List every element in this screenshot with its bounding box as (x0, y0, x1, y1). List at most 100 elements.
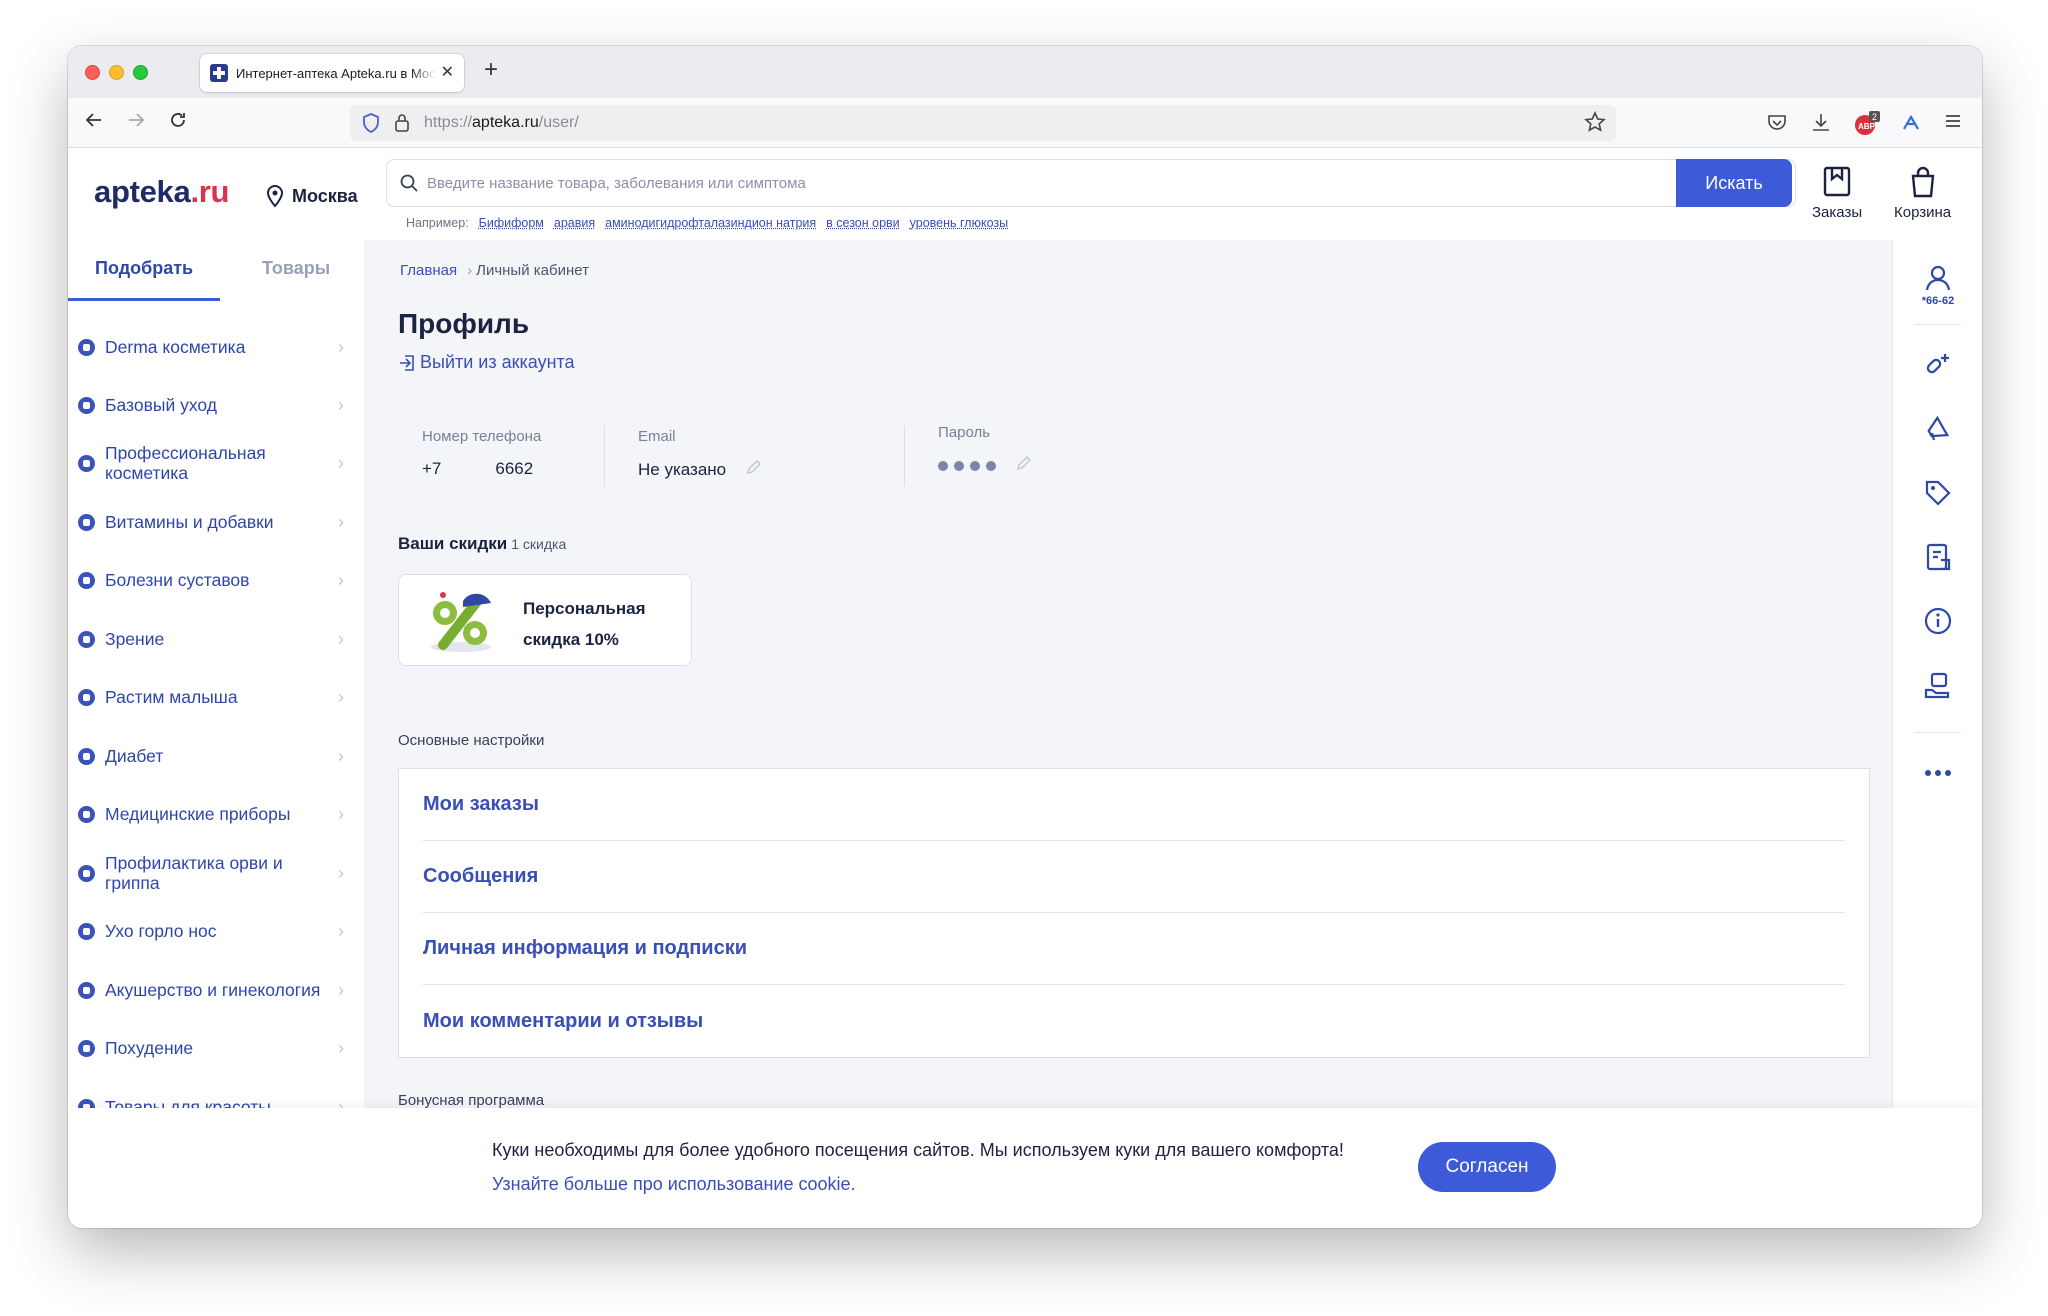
pills-button[interactable] (1893, 350, 1982, 380)
example-link[interactable]: уровень глюкозы (910, 216, 1008, 230)
sidebar-item-label: Диабет (105, 746, 164, 766)
promotions-button[interactable] (1893, 414, 1982, 444)
logout-icon (400, 354, 414, 371)
favicon-icon (210, 64, 228, 82)
sidebar-item-ent[interactable]: Ухо горло нос › (78, 906, 348, 956)
example-link[interactable]: Бифиформ (479, 216, 544, 230)
sidebar-item-label: Похудение (105, 1038, 194, 1058)
logout-label: Выйти из аккаунта (420, 352, 575, 372)
location-pin-icon (266, 184, 284, 208)
menu-icon[interactable] (1944, 111, 1962, 136)
cookie-accept-button[interactable]: Согласен (1418, 1142, 1556, 1192)
info-button[interactable] (1893, 606, 1982, 636)
cart-button[interactable]: Корзина (1894, 166, 1951, 221)
city-name: Москва (292, 185, 358, 206)
sidebar-item-vision[interactable]: Зрение › (78, 614, 348, 664)
main-content: Главная › Личный кабинет Профиль Выйти из … (364, 240, 1892, 1228)
sidebar-tabs: Подобрать Товары (68, 240, 364, 302)
search-icon (399, 173, 419, 198)
active-tab-underline (68, 298, 220, 301)
sidebar-item-pro-cosmetics[interactable]: Профессиональная косметика › (78, 438, 348, 488)
example-link[interactable]: аравия (554, 216, 595, 230)
new-tab-button[interactable]: + (484, 56, 498, 84)
tab-select[interactable]: Подобрать (95, 258, 193, 279)
minimize-window-button[interactable] (109, 65, 124, 80)
phone-prefix: +7 (422, 459, 442, 478)
back-icon[interactable] (84, 110, 104, 136)
edit-password-icon[interactable] (1016, 455, 1032, 476)
sidebar-item-label: Профессиональная косметика (105, 443, 266, 483)
lock-icon[interactable] (394, 113, 410, 138)
settings-item-reviews[interactable]: Мои комментарии и отзывы (423, 985, 1845, 1057)
site-logo[interactable]: apteka.ru (94, 174, 229, 210)
close-window-button[interactable] (85, 65, 100, 80)
recipes-button[interactable] (1893, 542, 1982, 572)
download-icon[interactable] (1810, 111, 1832, 138)
profile-button[interactable]: *66-62 (1893, 264, 1982, 307)
sidebar-item-diabetes[interactable]: Диабет › (78, 731, 348, 781)
discount-card-label: Персональная скидка 10% (523, 599, 646, 649)
settings-item-messages[interactable]: Сообщения (423, 841, 1845, 913)
sidebar-item-weight-loss[interactable]: Похудение › (78, 1023, 348, 1073)
chevron-right-icon: › (338, 804, 344, 824)
password-field: Пароль (938, 424, 1032, 476)
more-button[interactable] (1893, 768, 1982, 778)
sidebar-item-vitamins[interactable]: Витамины и добавки › (78, 497, 348, 547)
category-icon (78, 338, 95, 356)
phone-value: +7 6662 (422, 459, 541, 479)
maximize-window-button[interactable] (133, 65, 148, 80)
svg-text:ABP: ABP (1858, 122, 1876, 131)
forward-icon[interactable] (126, 110, 146, 136)
adblock-extension-icon[interactable]: ABP 2 (1854, 111, 1880, 142)
extension-icon[interactable] (1900, 111, 1922, 138)
cookie-learn-more-link[interactable]: Узнайте больше про использование cookie. (492, 1174, 856, 1195)
sidebar-item-baby[interactable]: Растим малыша › (78, 672, 348, 722)
settings-item-personal-info[interactable]: Личная информация и подписки (423, 913, 1845, 985)
logout-link[interactable]: Выйти из аккаунта (398, 352, 575, 373)
settings-item-orders[interactable]: Мои заказы (423, 769, 1845, 841)
bookmark-star-icon[interactable] (1584, 111, 1606, 139)
tab-close-icon[interactable]: ✕ (441, 62, 454, 82)
browser-window: Интернет-аптека Apteka.ru в Москве ✕ + h… (68, 46, 1982, 1228)
phone-suffix: 6662 (495, 459, 534, 478)
example-link[interactable]: в сезон орви (826, 216, 900, 230)
city-selector[interactable]: Москва (266, 184, 358, 208)
phone-label: Номер телефона (422, 428, 542, 445)
sidebar-item-gynecology[interactable]: Акушерство и гинекология › (78, 965, 348, 1015)
chevron-right-icon: › (338, 453, 344, 473)
chevron-right-icon: › (338, 921, 344, 941)
sidebar-item-basic-care[interactable]: Базовый уход › (78, 380, 348, 430)
category-icon (78, 454, 95, 472)
address-bar[interactable]: https://apteka.ru/user/ (350, 105, 1616, 141)
chevron-right-icon: › (338, 746, 344, 766)
sidebar-item-flu-prevention[interactable]: Профилактика орви и гриппа › (78, 848, 348, 898)
tab-products[interactable]: Товары (262, 258, 330, 279)
sidebar-item-medical-devices[interactable]: Медицинские приборы › (78, 789, 348, 839)
delivery-button[interactable] (1893, 670, 1982, 700)
chevron-right-icon: › (338, 337, 344, 357)
orders-button[interactable]: Заказы (1812, 166, 1862, 221)
breadcrumb-home-link[interactable]: Главная (400, 262, 457, 279)
discounts-button[interactable] (1893, 478, 1982, 508)
shield-icon[interactable] (362, 113, 380, 138)
example-link[interactable]: аминодигидрофталазиндион натрия (605, 216, 816, 230)
tab-bar: Интернет-аптека Apteka.ru в Москве ✕ + (68, 46, 1982, 98)
edit-email-icon[interactable] (746, 459, 762, 480)
site-page: apteka.ru Москва Искать Например: Бифифо… (68, 148, 1982, 1228)
orders-icon (1823, 166, 1851, 197)
discounts-count: 1 скидка (511, 536, 567, 552)
discount-card[interactable]: Персональная скидка 10% (398, 574, 692, 666)
reload-icon[interactable] (168, 110, 188, 136)
user-icon (1925, 265, 1951, 291)
sidebar-item-derma[interactable]: Derma косметика › (78, 322, 348, 372)
browser-tab[interactable]: Интернет-аптека Apteka.ru в Москве ✕ (200, 54, 464, 92)
chevron-right-icon: › (338, 395, 344, 415)
email-label: Email (638, 428, 676, 445)
sidebar-item-joints[interactable]: Болезни суставов › (78, 555, 348, 605)
search-input[interactable] (427, 161, 1727, 205)
pocket-icon[interactable] (1766, 111, 1788, 138)
url-text[interactable]: https://apteka.ru/user/ (424, 114, 579, 132)
search-button[interactable]: Искать (1676, 159, 1792, 207)
category-icon (78, 864, 95, 882)
breadcrumb-current: Личный кабинет (476, 262, 589, 279)
